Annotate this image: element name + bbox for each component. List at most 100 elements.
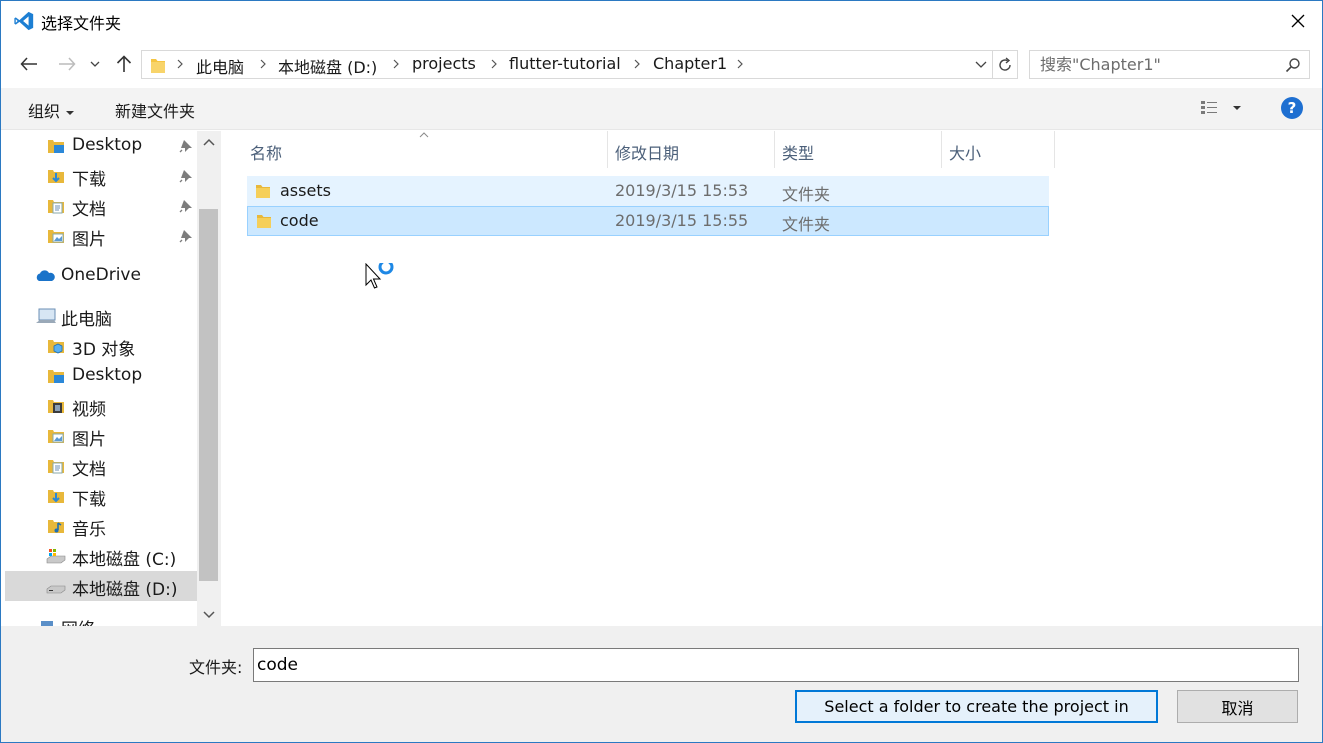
nav-item-3d-objects[interactable]: 3D 对象 [5,331,197,361]
close-button[interactable] [1284,7,1312,35]
column-header-date[interactable]: 修改日期 [607,131,775,168]
column-header-label: 修改日期 [615,144,680,163]
caret-down-icon [66,110,75,115]
organize-menu-button[interactable]: 组织 [28,98,75,122]
folder-name-input[interactable] [253,648,1299,682]
nav-item-label: Desktop [72,135,143,155]
nav-item-pictures[interactable]: 图片 [5,421,197,451]
back-button[interactable] [16,51,42,77]
nav-item-label: 图片 [72,430,106,450]
chevron-right-icon [260,59,266,69]
nav-item-this-pc[interactable]: 此电脑 [5,301,197,331]
address-bar[interactable]: 此电脑 本地磁盘 (D:) projects flutter-tutorial … [141,50,993,79]
videos-folder-icon [48,400,64,413]
breadcrumb-projects[interactable]: projects [412,54,476,73]
folder-picker-dialog: 选择文件夹 此电脑 本地磁盘 (D:) projects flutter-tut… [0,0,1323,743]
nav-item-label: OneDrive [61,265,141,285]
up-button[interactable] [111,51,137,77]
column-header-label: 类型 [782,144,815,163]
nav-item-network[interactable]: 网络 [5,611,197,626]
nav-pane-scrollbar[interactable] [197,131,221,626]
search-input[interactable] [1030,51,1280,78]
pin-icon[interactable] [179,229,193,243]
chevron-right-icon [491,59,497,69]
breadcrumb-drive-d[interactable]: 本地磁盘 (D:) [278,54,377,78]
nav-item-documents[interactable]: 文档 [5,451,197,481]
nav-item-onedrive[interactable]: OneDrive [5,261,197,291]
view-options-caret-icon[interactable] [1233,106,1241,110]
address-history-dropdown[interactable] [974,56,988,72]
nav-item-documents-quick[interactable]: 文档 [5,191,197,221]
nav-item-downloads-quick[interactable]: 下载 [5,161,197,191]
nav-item-label: 此电脑 [61,310,112,330]
chevron-right-icon [737,59,743,69]
nav-item-videos[interactable]: 视频 [5,391,197,421]
nav-item-drive-c[interactable]: 本地磁盘 (C:) [5,541,197,571]
folder-icon [151,59,165,73]
close-icon [1291,14,1305,28]
nav-item-drive-d[interactable]: 本地磁盘 (D:) [5,571,197,601]
file-date: 2019/3/15 15:55 [615,211,749,230]
nav-item-label: 图片 [72,230,106,250]
column-header-label: 大小 [949,144,982,163]
nav-item-downloads[interactable]: 下载 [5,481,197,511]
chevron-right-icon [634,59,640,69]
help-button[interactable]: ? [1281,97,1303,119]
pin-icon[interactable] [179,199,193,213]
file-date: 2019/3/15 15:53 [615,181,749,200]
folder-field-label: 文件夹: [189,658,243,677]
scrollbar-thumb[interactable] [199,209,218,581]
nav-item-label: 3D 对象 [72,340,136,360]
select-folder-button[interactable]: Select a folder to create the project in [795,690,1158,723]
music-folder-icon [48,520,64,533]
scroll-up-icon[interactable] [203,138,215,148]
nav-item-label: 视频 [72,400,106,420]
file-name: code [280,211,319,230]
cancel-button[interactable]: 取消 [1177,690,1298,723]
view-options-icon[interactable] [1199,98,1221,118]
refresh-button[interactable] [992,50,1018,79]
breadcrumb-this-pc[interactable]: 此电脑 [196,54,244,78]
nav-item-pictures-quick[interactable]: 图片 [5,221,197,251]
column-header-name[interactable]: 名称 [242,131,608,168]
downloads-folder-icon [48,170,64,183]
navigation-pane: Desktop 下载 文档 图片 OneDrive 此电脑 3D 对象 Desk… [1,131,221,626]
dialog-footer: 文件夹: Select a folder to create the proje… [1,626,1322,742]
nav-item-desktop[interactable]: Desktop [5,361,197,391]
breadcrumb-chapter1[interactable]: Chapter1 [653,54,727,73]
chevron-right-icon [393,59,399,69]
nav-item-music[interactable]: 音乐 [5,511,197,541]
folder-icon [256,185,270,198]
new-folder-button[interactable]: 新建文件夹 [115,98,195,122]
file-row-selected[interactable]: code 2019/3/15 15:55 文件夹 [247,206,1049,236]
search-box [1029,50,1310,79]
nav-item-label: 本地磁盘 (D:) [72,580,178,600]
documents-folder-icon [48,200,64,214]
recent-locations-button[interactable] [85,51,105,77]
breadcrumb-flutter-tutorial[interactable]: flutter-tutorial [509,54,621,73]
file-row[interactable]: assets 2019/3/15 15:53 文件夹 [247,176,1049,206]
arrow-left-icon [20,57,37,71]
arrow-right-icon [59,57,76,71]
pin-icon[interactable] [179,169,193,183]
desktop-folder-icon [48,370,64,383]
arrow-up-icon [116,55,132,72]
window-title: 选择文件夹 [41,14,122,33]
nav-item-desktop-quick[interactable]: Desktop [5,131,197,161]
desktop-folder-icon [48,140,64,153]
forward-button[interactable] [54,51,80,77]
3d-objects-folder-icon [48,340,64,354]
file-list: 名称 修改日期 类型 大小 assets 2019/3/15 15:53 文件夹… [221,131,1322,626]
column-header-label: 名称 [250,144,283,163]
search-icon [1285,58,1300,73]
pin-icon[interactable] [179,139,193,153]
nav-item-label: 文档 [72,460,106,480]
organize-label: 组织 [28,102,61,121]
file-type: 文件夹 [782,215,831,234]
title-bar: 选择文件夹 [1,1,1322,41]
column-header-type[interactable]: 类型 [774,131,942,168]
scroll-down-icon[interactable] [203,609,215,619]
chevron-down-icon [90,61,100,67]
this-pc-icon [36,308,56,323]
column-header-size[interactable]: 大小 [941,131,1055,168]
